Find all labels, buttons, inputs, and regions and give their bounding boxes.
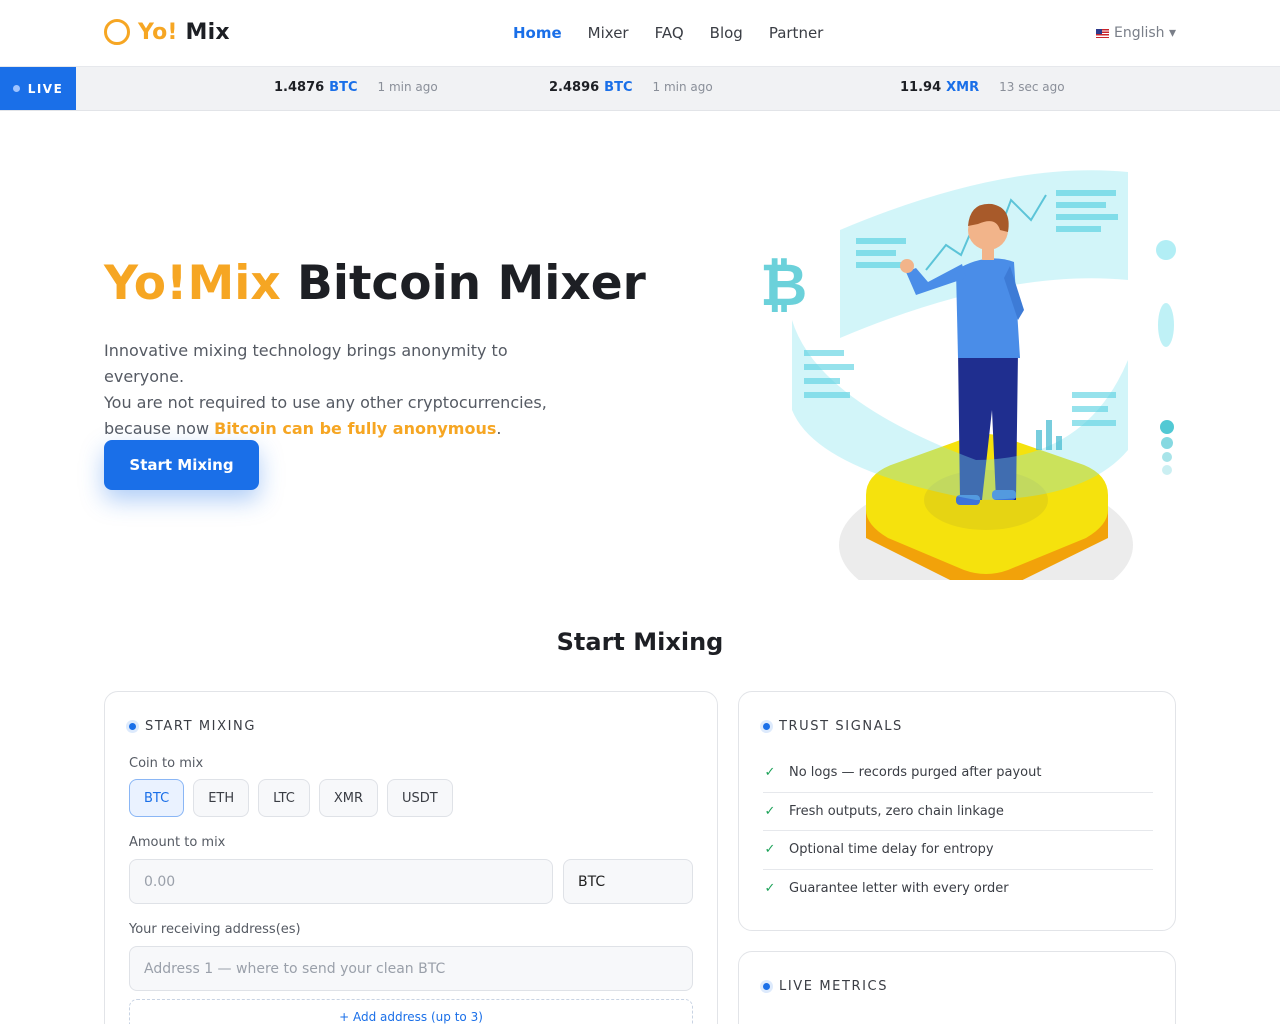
- live-metrics-card: LIVE METRICS: [738, 951, 1176, 1024]
- mix-form-heading: START MIXING: [129, 719, 256, 734]
- heading-dot-icon: [129, 723, 136, 730]
- ticker-item: 11.94 XMR 13 sec ago: [900, 80, 1065, 95]
- nav-partner[interactable]: Partner: [769, 24, 824, 42]
- address-label: Your receiving address(es): [129, 922, 301, 937]
- language-selector[interactable]: English ▾: [1095, 25, 1176, 41]
- ticker-amount: 11.94: [900, 80, 942, 95]
- address-input[interactable]: [129, 946, 693, 991]
- coin-option-eth[interactable]: ETH: [193, 779, 250, 817]
- ticker-coin: BTC: [329, 80, 358, 95]
- hero-desc-line3-prefix: because now: [104, 419, 215, 438]
- logo-yo: Yo!: [138, 19, 178, 45]
- trust-heading-text: TRUST SIGNALS: [779, 719, 903, 734]
- ticker-time: 1 min ago: [377, 80, 438, 94]
- right-deco-dots: [1160, 420, 1174, 475]
- check-icon: ✓: [764, 765, 776, 781]
- check-icon: ✓: [764, 803, 776, 819]
- language-label: English ▾: [1113, 25, 1176, 41]
- check-icon: ✓: [764, 881, 776, 897]
- list-item: ✓ Optional time delay for entropy: [763, 831, 1153, 870]
- nav-faq[interactable]: FAQ: [655, 24, 684, 42]
- ticker-item: 1.4876 BTC 1 min ago: [274, 80, 438, 95]
- nav-home[interactable]: Home: [513, 24, 562, 42]
- heading-dot-icon: [763, 723, 770, 730]
- trust-item-text: No logs — records purged after payout: [789, 765, 1042, 781]
- amount-label: Amount to mix: [129, 835, 226, 850]
- hero-desc-highlight: Bitcoin can be fully anonymous: [214, 419, 497, 438]
- ticker-coin: BTC: [604, 80, 633, 95]
- section-title: Start Mixing: [556, 628, 724, 656]
- coin-label: Coin to mix: [129, 756, 204, 771]
- start-mixing-button[interactable]: Start Mixing: [104, 440, 259, 490]
- metrics-heading: LIVE METRICS: [763, 979, 888, 994]
- hero-title-rest: Bitcoin Mixer: [297, 256, 646, 311]
- logo[interactable]: Yo! Mix: [104, 19, 230, 45]
- amount-input[interactable]: [129, 859, 553, 904]
- mix-form-card: START MIXING Coin to mix BTC ETH LTC XMR…: [104, 691, 718, 1024]
- coin-selector: BTC ETH LTC XMR USDT: [129, 779, 453, 817]
- mix-form-heading-text: START MIXING: [145, 719, 257, 734]
- trust-item-text: Fresh outputs, zero chain linkage: [789, 803, 1004, 819]
- ticker-time: 13 sec ago: [999, 80, 1065, 94]
- check-icon: ✓: [764, 842, 776, 858]
- logo-ring-icon: [104, 19, 130, 45]
- trust-heading: TRUST SIGNALS: [763, 719, 903, 734]
- ticker-coin: XMR: [946, 80, 980, 95]
- heading-dot-icon: [763, 983, 770, 990]
- coin-option-btc[interactable]: BTC: [129, 779, 185, 817]
- ticker-time: 1 min ago: [652, 80, 713, 94]
- hero-desc-line2: You are not required to use any other cr…: [104, 393, 547, 412]
- list-item: ✓ No logs — records purged after payout: [763, 754, 1153, 793]
- hero-title: Yo!Mix Bitcoin Mixer: [104, 256, 646, 311]
- live-label: LIVE: [27, 81, 64, 96]
- right-deco-oval: [1158, 303, 1174, 347]
- logo-text: Yo! Mix: [138, 20, 230, 45]
- nav-mixer[interactable]: Mixer: [588, 24, 629, 42]
- logo-mix: Mix: [185, 19, 230, 45]
- live-dot-icon: [12, 85, 20, 92]
- front-screen-columns: [1036, 420, 1062, 450]
- trust-list: ✓ No logs — records purged after payout ✓…: [763, 754, 1153, 908]
- hero-title-brand: Yo!Mix: [104, 256, 281, 311]
- trust-signals-card: TRUST SIGNALS ✓ No logs — records purged …: [738, 691, 1176, 931]
- right-deco-circle: [1156, 240, 1176, 260]
- coin-option-xmr[interactable]: XMR: [318, 779, 378, 817]
- list-item: ✓ Fresh outputs, zero chain linkage: [763, 793, 1153, 831]
- main-nav: Home Mixer FAQ Blog Partner: [513, 24, 823, 42]
- site-header: Yo! Mix Home Mixer FAQ Blog Partner Engl…: [0, 0, 1280, 67]
- nav-blog[interactable]: Blog: [710, 24, 743, 42]
- trust-item-text: Optional time delay for entropy: [789, 842, 994, 858]
- hero-illustration: ₿: [760, 170, 1176, 580]
- hero-description: Innovative mixing technology brings anon…: [104, 338, 584, 442]
- ticker-amount: 1.4876: [274, 80, 325, 95]
- hero-desc-line1: Innovative mixing technology brings anon…: [104, 341, 508, 386]
- us-flag-icon: [1095, 28, 1109, 38]
- list-item: ✓ Guarantee letter with every order: [763, 870, 1153, 909]
- add-address-button[interactable]: + Add address (up to 3): [129, 999, 693, 1024]
- live-badge: LIVE: [0, 67, 76, 110]
- trust-item-text: Guarantee letter with every order: [789, 881, 1009, 897]
- bitcoin-symbol-icon: ₿: [760, 251, 807, 319]
- amount-unit: BTC: [563, 859, 693, 904]
- live-ticker: LIVE 1.4876 BTC 1 min ago 2.4896 BTC 1 min a…: [0, 67, 1280, 111]
- hero-desc-suffix: .: [496, 419, 502, 438]
- ticker-item: 2.4896 BTC 1 min ago: [549, 80, 713, 95]
- ticker-amount: 2.4896: [549, 80, 600, 95]
- coin-option-usdt[interactable]: USDT: [387, 779, 453, 817]
- metrics-heading-text: LIVE METRICS: [779, 979, 889, 994]
- coin-option-ltc[interactable]: LTC: [258, 779, 310, 817]
